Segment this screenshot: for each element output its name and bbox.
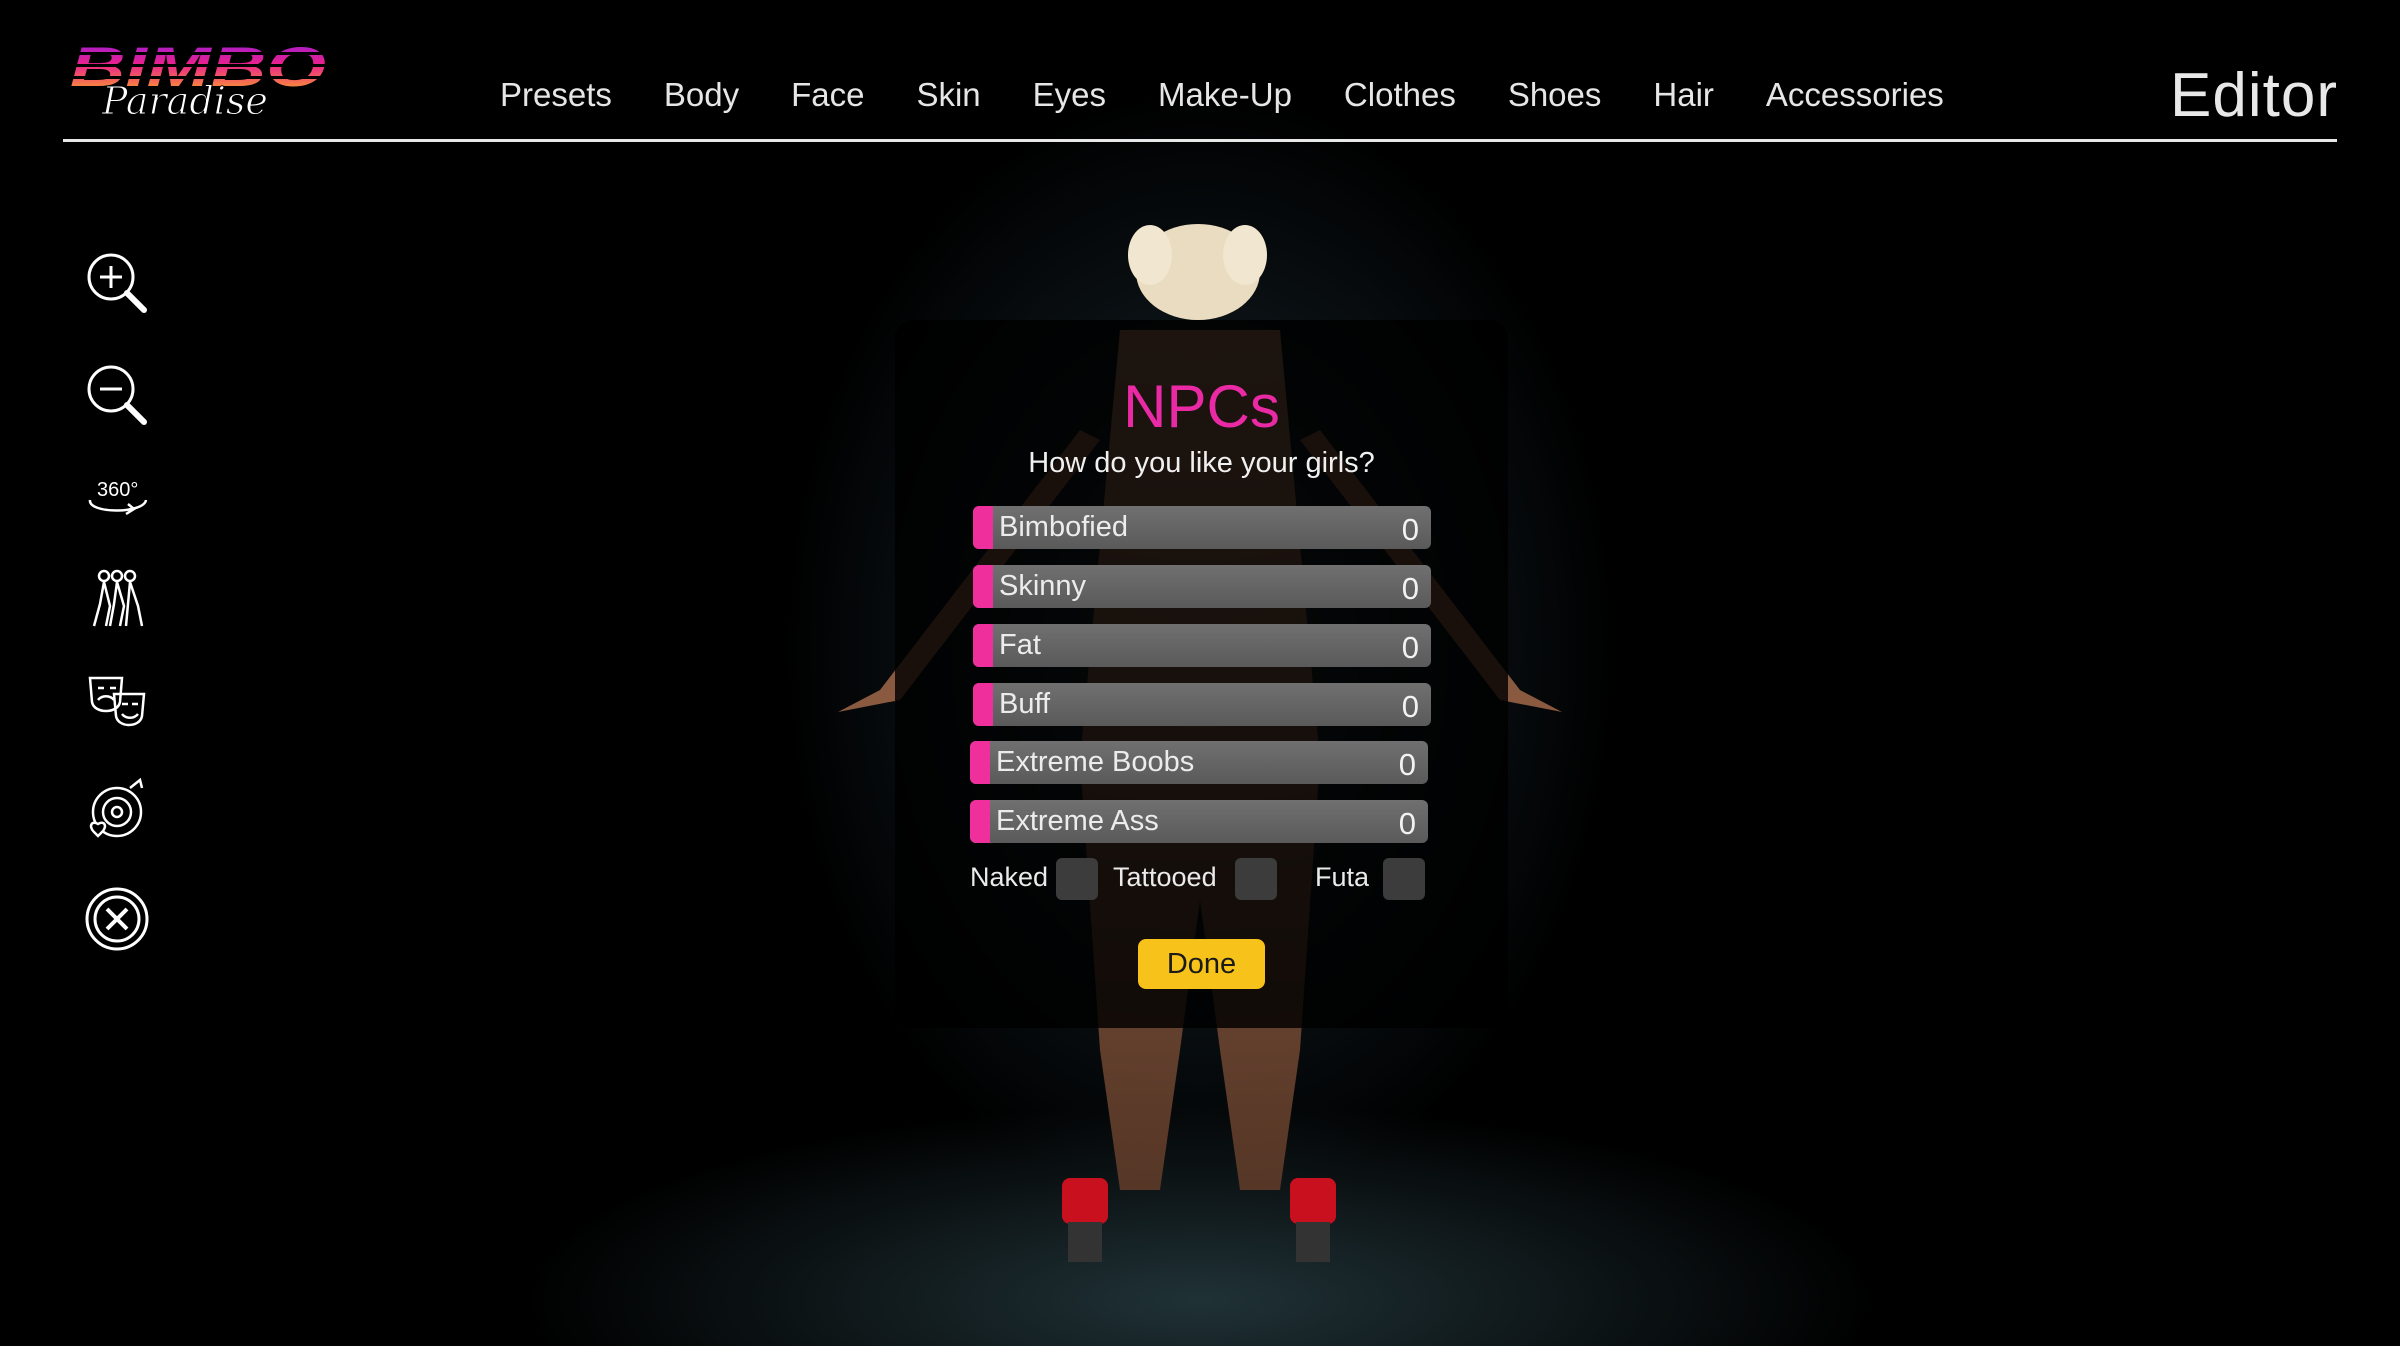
done-button[interactable]: Done [1138,939,1265,989]
game-logo: BIMBO Paradise [66,38,330,124]
nav-body[interactable]: Body [664,76,739,126]
slider-value: 0 [1398,806,1416,841]
toggle-label-tattooed: Tattooed [1113,862,1217,892]
slider-label: Extreme Boobs [996,746,1195,778]
music-icon[interactable] [84,776,150,842]
nav-presets[interactable]: Presets [500,76,612,126]
slider-skinny[interactable]: Skinny 0 [973,565,1431,608]
tattooed-checkbox[interactable] [1235,858,1277,900]
slider-value: 0 [1401,571,1419,606]
npc-dialog: NPCs How do you like your girls? Bimbofi… [895,320,1508,1028]
slider-fill [973,506,993,549]
slider-fill [973,683,993,726]
nav-clothes[interactable]: Clothes [1344,76,1456,126]
slider-label: Extreme Ass [996,805,1159,837]
dialog-title: NPCs [1123,373,1280,440]
editor-nav: Presets Body Face Skin Eyes Make-Up Clot… [500,76,1996,126]
slider-label: Bimbofied [999,511,1128,543]
expressions-icon[interactable] [84,670,150,736]
nav-accessories[interactable]: Accessories [1766,76,1944,126]
nav-hair[interactable]: Hair [1653,76,1714,126]
slider-value: 0 [1401,689,1419,724]
rotate-360-icon[interactable]: 360° [84,466,150,532]
nav-eyes[interactable]: Eyes [1033,76,1106,126]
zoom-out-icon[interactable] [84,362,150,428]
page-title: Editor [2170,61,2338,130]
nav-make-up[interactable]: Make-Up [1158,76,1292,126]
slider-fill [973,565,993,608]
slider-bimbofied[interactable]: Bimbofied 0 [973,506,1431,549]
logo-script: Paradise [101,79,268,123]
nav-shoes[interactable]: Shoes [1508,76,1602,126]
header-divider [63,139,2337,142]
futa-checkbox[interactable] [1383,858,1425,900]
toggle-row: Naked Tattooed Futa [970,858,1440,904]
slider-value: 0 [1401,512,1419,547]
slider-label: Fat [999,629,1041,661]
slider-value: 0 [1401,630,1419,665]
toggle-label-naked: Naked [970,862,1049,892]
slider-label: Skinny [999,570,1087,602]
rotate-label: 360° [97,479,138,501]
nav-skin[interactable]: Skin [916,76,980,126]
slider-fill [970,741,990,784]
slider-fill [970,800,990,843]
zoom-in-icon[interactable] [84,250,150,316]
slider-fill [973,624,993,667]
naked-checkbox[interactable] [1056,858,1098,900]
toggle-label-futa: Futa [1315,862,1370,892]
slider-fat[interactable]: Fat 0 [973,624,1431,667]
slider-label: Buff [999,688,1051,720]
dialog-subtitle: How do you like your girls? [1028,447,1375,479]
close-icon[interactable] [84,886,150,952]
poses-icon[interactable] [84,566,150,632]
slider-extreme-ass[interactable]: Extreme Ass 0 [970,800,1428,843]
nav-face[interactable]: Face [791,76,864,126]
slider-buff[interactable]: Buff 0 [973,683,1431,726]
slider-extreme-boobs[interactable]: Extreme Boobs 0 [970,741,1428,784]
slider-value: 0 [1398,747,1416,782]
